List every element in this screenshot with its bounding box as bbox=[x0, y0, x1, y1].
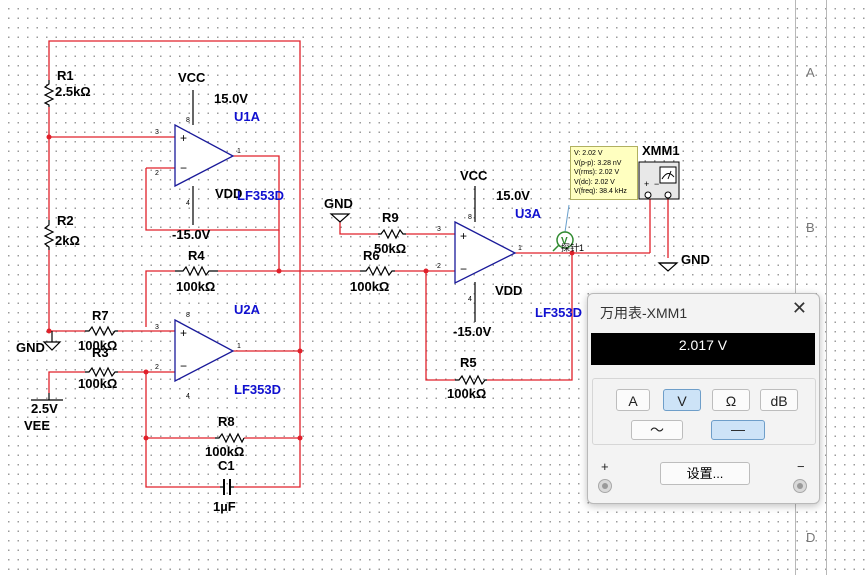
mode-db-button[interactable]: dB bbox=[760, 389, 798, 411]
pin-label: 1 bbox=[237, 148, 241, 155]
pin-label: 4 bbox=[186, 393, 190, 400]
probe-1[interactable]: V 探针1 bbox=[552, 204, 584, 253]
c1-value: 1µF bbox=[213, 499, 236, 514]
ground-r9[interactable]: GND bbox=[324, 196, 353, 223]
r2-value: 2kΩ bbox=[55, 233, 80, 248]
u1a-part: LF353D bbox=[237, 188, 284, 203]
dc-coupling-button[interactable]: — bbox=[711, 420, 765, 440]
u1a-vcc-value: 15.0V bbox=[214, 91, 248, 106]
svg-text:+: + bbox=[644, 179, 649, 189]
pin-label: 4 bbox=[186, 200, 190, 207]
multimeter-reading: 2.017 V bbox=[678, 337, 728, 353]
r5-value: 100kΩ bbox=[447, 386, 486, 401]
ground-xmm[interactable]: GND bbox=[657, 252, 710, 272]
u3a-vdd: VDD bbox=[495, 283, 522, 298]
r1-name: R1 bbox=[57, 68, 74, 83]
multimeter-instrument-icon[interactable]: + − bbox=[638, 157, 681, 205]
mode-ohm-button[interactable]: Ω bbox=[712, 389, 750, 411]
pin-label: 8 bbox=[468, 214, 472, 221]
u2a-part: LF353D bbox=[234, 382, 281, 397]
gnd-label: GND bbox=[16, 340, 45, 355]
minus-terminal-label: − bbox=[797, 459, 805, 474]
close-icon[interactable]: ✕ bbox=[792, 298, 807, 319]
pin-label: 3 bbox=[155, 324, 159, 331]
probe-freq: V(freq): 38.4 kHz bbox=[574, 188, 627, 195]
ground-left[interactable]: GND bbox=[16, 331, 62, 355]
probe-label: 探针1 bbox=[561, 242, 584, 253]
pin-label: 8 bbox=[186, 117, 190, 124]
multimeter-controls: A V Ω dB ～ — bbox=[592, 378, 816, 445]
xmm1-label: XMM1 bbox=[642, 143, 680, 158]
capacitor-c1[interactable]: C1 1µF bbox=[213, 458, 236, 514]
vee-name: VEE bbox=[24, 418, 50, 433]
wires bbox=[48, 40, 669, 488]
c1-name: C1 bbox=[218, 458, 235, 473]
probe-vpp: V(p-p): 3.28 nV bbox=[574, 159, 622, 167]
pin-label: 2 bbox=[437, 263, 441, 270]
u2a-plus: + bbox=[180, 326, 187, 340]
r3-value: 100kΩ bbox=[78, 376, 117, 391]
r5-name: R5 bbox=[460, 355, 477, 370]
minus-terminal[interactable] bbox=[793, 479, 807, 493]
resistor-r5[interactable]: R5 100kΩ bbox=[447, 355, 487, 401]
r7-name: R7 bbox=[92, 308, 109, 323]
u3a-part: LF353D bbox=[535, 305, 582, 320]
r6-value: 100kΩ bbox=[350, 279, 389, 294]
gnd-label: GND bbox=[681, 252, 710, 267]
r8-value: 100kΩ bbox=[205, 444, 244, 459]
resistor-r9[interactable]: R9 50kΩ bbox=[374, 210, 406, 256]
pin-label: 3 bbox=[437, 226, 441, 233]
ac-coupling-button[interactable]: ～ bbox=[631, 420, 683, 440]
u3a-plus: + bbox=[460, 229, 467, 243]
vee-value: 2.5V bbox=[31, 401, 58, 416]
mode-volt-button[interactable]: V bbox=[663, 389, 701, 411]
r9-name: R9 bbox=[382, 210, 399, 225]
u3a-vdd-value: -15.0V bbox=[453, 324, 492, 339]
resistor-r2[interactable]: R2 2kΩ bbox=[43, 213, 80, 250]
vee-source[interactable]: 2.5V VEE bbox=[24, 393, 63, 433]
pin-label: 1 bbox=[518, 245, 522, 252]
r9-value: 50kΩ bbox=[374, 241, 406, 256]
resistor-r8[interactable]: R8 100kΩ bbox=[205, 414, 245, 459]
pin-label: 2 bbox=[155, 170, 159, 177]
r1-value: 2.5kΩ bbox=[55, 84, 91, 99]
settings-button[interactable]: 设置... bbox=[660, 462, 750, 485]
pin-label: 4 bbox=[468, 296, 472, 303]
plus-terminal[interactable] bbox=[598, 479, 612, 493]
u2a-minus: − bbox=[180, 359, 187, 373]
plus-terminal-label: + bbox=[601, 459, 609, 474]
probe-vrms: V(rms): 2.02 V bbox=[574, 169, 620, 176]
u1a-minus: − bbox=[180, 161, 187, 175]
u1a-vdd-value: -15.0V bbox=[172, 227, 211, 242]
pin-label: 8 bbox=[186, 312, 190, 319]
r4-name: R4 bbox=[188, 248, 205, 263]
u3a-vcc: VCC bbox=[460, 168, 488, 183]
multimeter-window[interactable]: 万用表-XMM1 ✕ 2.017 V A V Ω dB ～ — + − 设置..… bbox=[587, 293, 820, 504]
u3a-minus: − bbox=[460, 262, 467, 276]
u1a-plus: + bbox=[180, 131, 187, 145]
probe-vdc: V(dc): 2.02 V bbox=[574, 178, 615, 186]
r3-name: R3 bbox=[92, 345, 109, 360]
u3a-vcc-value: 15.0V bbox=[496, 188, 530, 203]
u3a-name: U3A bbox=[515, 206, 542, 221]
u1a-name: U1A bbox=[234, 109, 261, 124]
r4-value: 100kΩ bbox=[176, 279, 215, 294]
svg-text:−: − bbox=[654, 179, 659, 189]
u1a-vcc: VCC bbox=[178, 70, 206, 85]
pin-label: 1 bbox=[237, 343, 241, 350]
r8-name: R8 bbox=[218, 414, 235, 429]
resistor-r1[interactable]: R1 2.5kΩ bbox=[43, 68, 91, 107]
r2-name: R2 bbox=[57, 213, 74, 228]
gnd-label: GND bbox=[324, 196, 353, 211]
pin-label: 3 bbox=[155, 129, 159, 136]
multimeter-title: 万用表-XMM1 bbox=[600, 305, 688, 321]
mode-ampere-button[interactable]: A bbox=[616, 389, 650, 411]
resistor-r4[interactable]: R4 100kΩ bbox=[175, 248, 218, 294]
multimeter-display: 2.017 V bbox=[591, 333, 815, 365]
pin-label: 2 bbox=[155, 364, 159, 371]
probe-v: V: 2.02 V bbox=[574, 150, 603, 157]
probe-readout: V: 2.02 V V(p-p): 3.28 nV V(rms): 2.02 V… bbox=[570, 146, 638, 200]
u2a-name: U2A bbox=[234, 302, 261, 317]
